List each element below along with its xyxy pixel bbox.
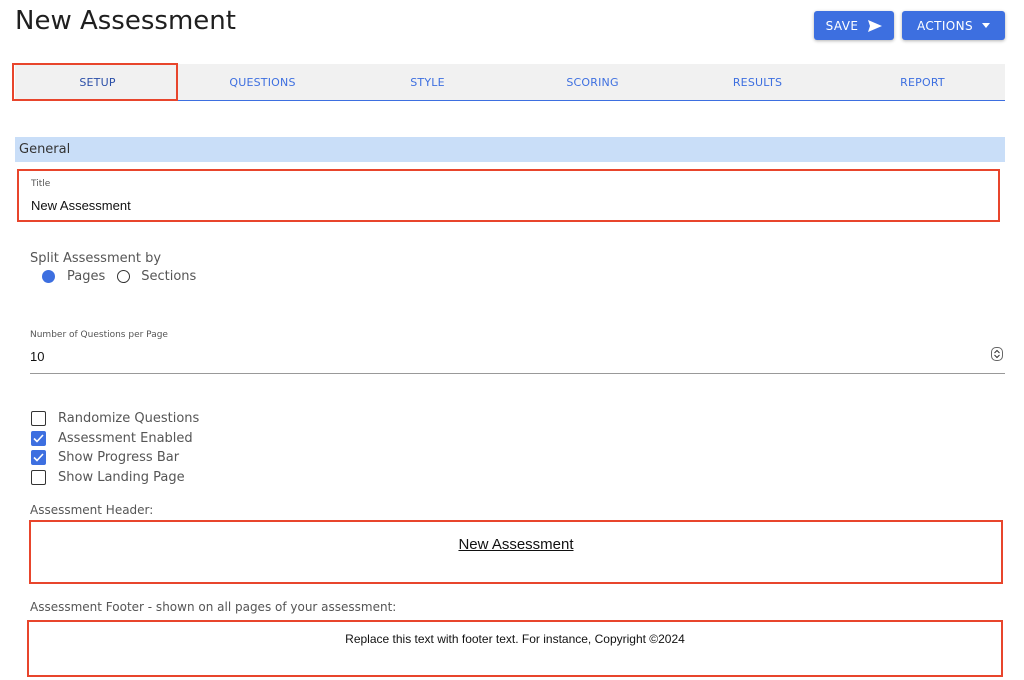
checkbox-row-progress[interactable]: Show Progress Bar bbox=[31, 448, 199, 468]
section-header-general: General bbox=[15, 137, 1005, 162]
stepper-icon[interactable] bbox=[991, 347, 1003, 361]
actions-button-label: ACTIONS bbox=[916, 18, 974, 33]
radio-pages-label[interactable]: Pages bbox=[67, 269, 105, 284]
save-button[interactable]: SAVE bbox=[814, 11, 894, 40]
tab-results[interactable]: RESULTS bbox=[675, 64, 840, 100]
options-checkbox-list: Randomize Questions Assessment Enabled S… bbox=[31, 409, 199, 487]
checkbox-row-randomize[interactable]: Randomize Questions bbox=[31, 409, 199, 429]
assessment-footer-content[interactable]: Replace this text with footer text. For … bbox=[29, 632, 1001, 646]
tab-questions[interactable]: QUESTIONS bbox=[180, 64, 345, 100]
actions-button[interactable]: ACTIONS bbox=[902, 11, 1005, 40]
page-title: New Assessment bbox=[15, 6, 236, 36]
title-field[interactable]: Title New Assessment bbox=[17, 169, 1000, 222]
tab-bar: SETUP QUESTIONS STYLE SCORING RESULTS RE… bbox=[15, 64, 1005, 101]
assessment-header-label: Assessment Header: bbox=[30, 503, 154, 517]
checkbox-randomize-questions[interactable] bbox=[31, 411, 46, 427]
save-button-label: SAVE bbox=[825, 18, 859, 33]
checkbox-label: Show Landing Page bbox=[58, 469, 185, 485]
assessment-footer-editor[interactable]: Replace this text with footer text. For … bbox=[27, 620, 1003, 677]
checkbox-show-landing-page[interactable] bbox=[31, 469, 46, 485]
split-radio-group: Pages Sections bbox=[42, 269, 196, 284]
checkmark-icon bbox=[33, 434, 44, 443]
questions-per-page-input[interactable]: 10 bbox=[30, 349, 44, 364]
checkbox-label: Assessment Enabled bbox=[58, 430, 193, 446]
checkmark-icon bbox=[33, 453, 44, 462]
title-field-label: Title bbox=[31, 179, 51, 189]
assessment-header-editor[interactable]: New Assessment bbox=[29, 520, 1003, 584]
tab-style[interactable]: STYLE bbox=[345, 64, 510, 100]
checkbox-show-progress-bar[interactable] bbox=[31, 450, 46, 466]
tab-scoring[interactable]: SCORING bbox=[510, 64, 675, 100]
tab-report[interactable]: REPORT bbox=[840, 64, 1005, 100]
checkbox-label: Randomize Questions bbox=[58, 411, 200, 427]
checkbox-assessment-enabled[interactable] bbox=[31, 430, 46, 446]
checkbox-row-enabled[interactable]: Assessment Enabled bbox=[31, 429, 199, 449]
radio-sections-label[interactable]: Sections bbox=[141, 269, 196, 284]
assessment-header-content[interactable]: New Assessment bbox=[31, 536, 1001, 553]
radio-pages[interactable] bbox=[42, 270, 55, 283]
checkbox-label: Show Progress Bar bbox=[58, 450, 180, 466]
input-underline bbox=[30, 373, 1005, 374]
title-field-value[interactable]: New Assessment bbox=[31, 198, 131, 213]
questions-per-page-label: Number of Questions per Page bbox=[30, 330, 168, 340]
split-assessment-label: Split Assessment by bbox=[30, 251, 162, 266]
assessment-footer-label: Assessment Footer - shown on all pages o… bbox=[30, 600, 397, 614]
caret-down-icon bbox=[982, 23, 991, 28]
send-icon bbox=[868, 19, 883, 32]
tab-setup[interactable]: SETUP bbox=[15, 64, 180, 100]
radio-sections[interactable] bbox=[117, 270, 131, 283]
checkbox-row-landing[interactable]: Show Landing Page bbox=[31, 468, 199, 488]
